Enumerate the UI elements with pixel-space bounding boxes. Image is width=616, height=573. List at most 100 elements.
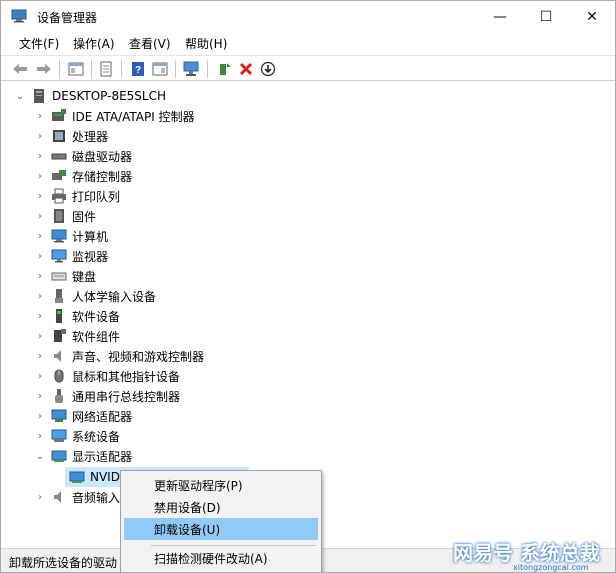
tree-item-audio-input[interactable]: › 音频输入 (35, 487, 120, 507)
tree-item-hid[interactable]: › 人体学输入设备 (35, 286, 156, 306)
ctx-disable-device[interactable]: 禁用设备(D) (124, 496, 318, 518)
tree-item-label: 键盘 (72, 269, 97, 284)
toolbar: ? (1, 55, 615, 81)
device-manager-icon (11, 9, 27, 23)
watermark: 网易号 系统总裁 xitongzongcai.com (451, 531, 615, 572)
menu-file[interactable]: 文件(F) (19, 35, 59, 52)
chevron-right-icon[interactable]: › (35, 246, 45, 266)
chevron-right-icon[interactable]: › (35, 306, 45, 326)
help-icon[interactable]: ? (129, 60, 147, 78)
chevron-right-icon[interactable]: › (35, 487, 45, 507)
tree-item-storage-controller[interactable]: › 存储控制器 (35, 166, 132, 186)
chevron-right-icon[interactable]: › (35, 226, 45, 246)
tree-item-printer[interactable]: › 打印队列 (35, 186, 120, 206)
sound-icon (51, 348, 67, 364)
firmware-icon (51, 208, 67, 224)
enable-device-icon[interactable] (259, 60, 277, 78)
computer-icon (51, 228, 67, 244)
chevron-right-icon[interactable]: › (35, 406, 45, 426)
tree-item-software-component[interactable]: › 软件组件 (35, 326, 120, 346)
tree-item-label: 声音、视频和游戏控制器 (72, 349, 205, 364)
tree-item-computer[interactable]: › 计算机 (35, 226, 108, 246)
chevron-down-icon[interactable]: ⌄ (35, 446, 45, 466)
watermark-text: 网易号 系统总裁 (453, 541, 600, 565)
menu-bar: 文件(F) 操作(A) 查看(V) 帮助(H) (1, 33, 615, 53)
scan-hardware-icon[interactable] (183, 60, 201, 78)
tree-item-label: IDE ATA/ATAPI 控制器 (72, 109, 195, 124)
tree-item-disk-drive[interactable]: › 磁盘驱动器 (35, 146, 132, 166)
chevron-right-icon[interactable]: › (35, 206, 45, 226)
chevron-right-icon[interactable]: › (35, 386, 45, 406)
tree-item-label: 监视器 (72, 249, 109, 264)
maximize-button[interactable]: ☐ (523, 1, 569, 32)
computer-root-icon (31, 88, 47, 104)
chevron-right-icon[interactable]: › (35, 186, 45, 206)
menu-action[interactable]: 操作(A) (73, 35, 115, 52)
ctx-uninstall-device[interactable]: 卸载设备(U) (124, 518, 318, 540)
display-card-icon (69, 469, 85, 485)
processor-icon (51, 128, 67, 144)
chevron-right-icon[interactable]: › (35, 126, 45, 146)
tree-item-label: 固件 (72, 209, 97, 224)
window-title: 设备管理器 (37, 11, 98, 25)
chevron-right-icon[interactable]: › (35, 326, 45, 346)
watermark-url: xitongzongcai.com (513, 563, 589, 572)
tree-item-label: 存储控制器 (72, 169, 133, 184)
tree-item-mouse[interactable]: › 鼠标和其他指针设备 (35, 366, 180, 386)
chevron-right-icon[interactable]: › (35, 166, 45, 186)
context-menu: 更新驱动程序(P) 禁用设备(D) 卸载设备(U) 扫描检测硬件改动(A) (120, 470, 322, 572)
tree-item-network-adapter[interactable]: › 网络适配器 (35, 406, 132, 426)
chevron-right-icon[interactable]: › (35, 286, 45, 306)
tree-item-keyboard[interactable]: › 键盘 (35, 266, 96, 286)
tree-item-ide-controller[interactable]: › IDE ATA/ATAPI 控制器 (35, 106, 195, 126)
update-driver-icon[interactable] (215, 60, 233, 78)
keyboard-icon (51, 268, 67, 284)
menu-help[interactable]: 帮助(H) (185, 35, 227, 52)
tree-item-system-device[interactable]: › 系统设备 (35, 426, 120, 446)
tree-root[interactable]: ⌄ DESKTOP-8E5SLCH (15, 86, 166, 106)
ctx-update-driver[interactable]: 更新驱动程序(P) (124, 474, 318, 496)
chevron-right-icon[interactable]: › (35, 366, 45, 386)
chevron-down-icon[interactable]: ⌄ (15, 86, 25, 106)
action-pane-icon[interactable] (151, 60, 169, 78)
chevron-right-icon[interactable]: › (35, 146, 45, 166)
chevron-right-icon[interactable]: › (35, 426, 45, 446)
audio-input-icon (51, 489, 67, 505)
system-device-icon (51, 428, 67, 444)
tree-item-label: 通用串行总线控制器 (72, 389, 181, 404)
properties-icon[interactable] (97, 60, 115, 78)
chevron-right-icon[interactable]: › (35, 346, 45, 366)
menu-view[interactable]: 查看(V) (129, 35, 171, 52)
hid-icon (51, 288, 67, 304)
software-device-icon (51, 308, 67, 324)
chevron-right-icon[interactable]: › (35, 106, 45, 126)
back-icon[interactable] (11, 60, 29, 78)
tree-item-firmware[interactable]: › 固件 (35, 206, 96, 226)
printer-icon (51, 188, 67, 204)
uninstall-device-icon[interactable] (237, 60, 255, 78)
minimize-button[interactable]: — (477, 1, 523, 32)
show-hide-console-tree-icon[interactable] (67, 60, 85, 78)
forward-icon[interactable] (35, 60, 53, 78)
ctx-scan-hardware[interactable]: 扫描检测硬件改动(A) (124, 547, 318, 569)
close-button[interactable]: ✕ (569, 1, 615, 32)
tree-item-label: 系统设备 (72, 429, 121, 444)
tree-item-display-adapter[interactable]: ⌄ 显示适配器 (35, 446, 132, 466)
tree-item-label: 打印队列 (72, 189, 121, 204)
tree-item-monitor[interactable]: › 监视器 (35, 246, 108, 266)
device-manager-window: 设备管理器 — ☐ ✕ 文件(F) 操作(A) 查看(V) 帮助(H) ? ⌄ … (0, 0, 616, 573)
mouse-icon (51, 368, 67, 384)
tree-item-usb[interactable]: › 通用串行总线控制器 (35, 386, 180, 406)
chevron-right-icon[interactable]: › (35, 266, 45, 286)
disk-drive-icon (51, 148, 67, 164)
tree-item-processor[interactable]: › 处理器 (35, 126, 108, 146)
storage-controller-icon (51, 168, 67, 184)
tree-item-label: 显示适配器 (72, 449, 133, 464)
tree-item-sound[interactable]: › 声音、视频和游戏控制器 (35, 346, 204, 366)
tree-item-label: 软件设备 (72, 309, 121, 324)
software-component-icon (51, 328, 67, 344)
tree-item-label: 人体学输入设备 (72, 289, 157, 304)
tree-item-software-device[interactable]: › 软件设备 (35, 306, 120, 326)
tree-item-nvidia-label: NVID (90, 470, 120, 484)
monitor-icon (51, 248, 67, 264)
